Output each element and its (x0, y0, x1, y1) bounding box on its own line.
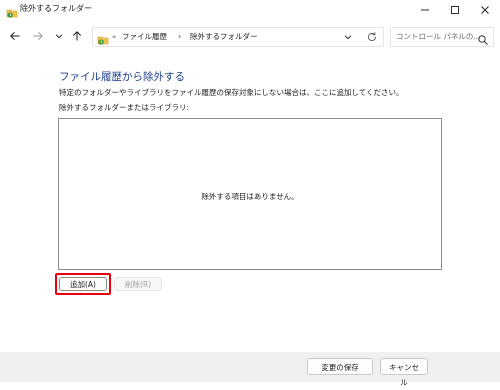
refresh-icon (368, 32, 377, 42)
arrow-left-icon (10, 31, 20, 41)
forward-button[interactable] (29, 27, 47, 45)
search-icon[interactable] (477, 31, 489, 45)
folder-history-icon (97, 31, 109, 45)
exclusion-list-label: 除外するフォルダーまたはライブラリ: (59, 103, 190, 112)
recent-locations-button[interactable] (50, 27, 68, 45)
chevron-down-icon (344, 35, 352, 40)
cancel-button[interactable]: キャンセル (380, 358, 428, 387)
address-dropdown-button[interactable] (341, 31, 355, 43)
page-description: 特定のフォルダーやライブラリをファイル履歴の保存対象にしない場合は、ここに追加し… (59, 88, 404, 97)
search-placeholder[interactable]: コントロール パネルの... (396, 31, 481, 43)
address-bar[interactable]: « ファイル履歴 › 除外するフォルダー (92, 27, 384, 47)
breadcrumb-overflow[interactable]: « (112, 31, 116, 43)
window-title: 除外するフォルダー (20, 4, 92, 13)
refresh-button[interactable] (365, 30, 379, 44)
add-button[interactable]: 追加(A) (59, 277, 107, 291)
close-icon (481, 6, 489, 14)
maximize-icon (451, 6, 459, 14)
folder-history-icon (6, 4, 18, 18)
minimize-icon (421, 9, 429, 11)
remove-button[interactable]: 削除(R) (114, 277, 162, 291)
arrow-up-icon (72, 31, 82, 41)
title-bar: 除外するフォルダー (0, 0, 500, 20)
breadcrumb-excluded-folders[interactable]: 除外するフォルダー (190, 31, 258, 43)
search-box[interactable]: コントロール パネルの... (390, 27, 494, 47)
chevron-right-icon[interactable]: › (178, 31, 181, 43)
maximize-button[interactable] (440, 0, 470, 20)
page-title: ファイル履歴から除外する (59, 71, 185, 83)
arrow-right-icon (33, 31, 43, 41)
empty-list-message: 除外する項目はありません。 (201, 192, 299, 201)
back-button[interactable] (6, 27, 24, 45)
chevron-down-icon (55, 34, 63, 39)
minimize-button[interactable] (410, 0, 440, 20)
save-changes-button[interactable]: 変更の保存 (307, 358, 373, 375)
breadcrumb-file-history[interactable]: ファイル履歴 (122, 31, 167, 43)
close-button[interactable] (470, 0, 500, 20)
footer-bar: 変更の保存 キャンセル (0, 352, 500, 387)
exclusion-list[interactable]: 除外する項目はありません。 (58, 118, 442, 270)
up-button[interactable] (68, 27, 86, 45)
